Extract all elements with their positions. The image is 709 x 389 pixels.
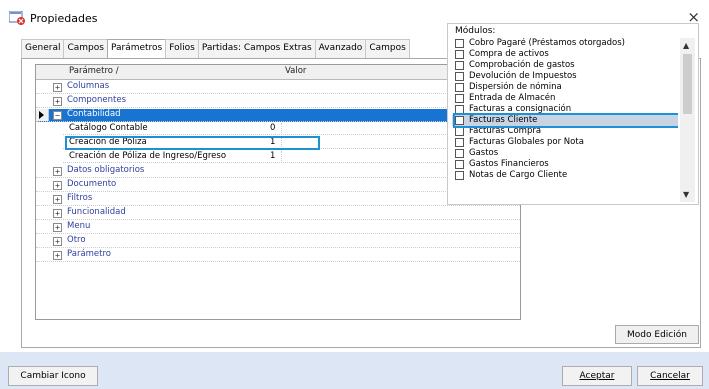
cambiar-icono-button[interactable]: Cambiar Icono: [8, 366, 98, 386]
group-label: Componentes: [67, 95, 127, 105]
column-header-valor[interactable]: Valor: [285, 66, 306, 76]
expand-icon[interactable]: +: [53, 97, 62, 106]
group-row-otro[interactable]: + Otro: [36, 235, 520, 248]
footer-bar: Cambiar Icono Aceptar Cancelar: [0, 352, 709, 389]
checkbox[interactable]: [455, 61, 464, 70]
modulos-scrollbar[interactable]: ▲ ▼: [680, 38, 695, 202]
group-label: Parámetro: [67, 249, 112, 259]
chevron-up-icon[interactable]: ▲: [683, 41, 689, 50]
modulo-item[interactable]: Dispersión de nómina: [452, 82, 678, 93]
checkbox[interactable]: [455, 72, 464, 81]
group-label: Datos obligatorios: [67, 165, 145, 175]
modulo-item[interactable]: Compra de activos: [452, 49, 678, 60]
aceptar-button[interactable]: Aceptar: [562, 366, 632, 386]
modulo-item[interactable]: Gastos: [452, 148, 678, 159]
checkbox[interactable]: [455, 149, 464, 158]
modulo-item[interactable]: Gastos Financieros: [452, 159, 678, 170]
tab-partidas-campos-extras[interactable]: Partidas: Campos Extras: [197, 39, 316, 58]
expand-icon[interactable]: +: [53, 251, 62, 260]
tab-strip: General Campos Parámetros Folios Partidas: C…: [21, 39, 410, 60]
expand-icon[interactable]: +: [53, 167, 62, 176]
group-label: Menu: [67, 221, 91, 231]
modulo-item[interactable]: Comprobación de gastos: [452, 60, 678, 71]
tab-avanzado[interactable]: Avanzado: [314, 39, 367, 58]
checkbox[interactable]: [455, 83, 464, 92]
expand-icon[interactable]: +: [53, 195, 62, 204]
checkbox[interactable]: [455, 39, 464, 48]
modulo-item[interactable]: Devolución de Impuestos: [452, 71, 678, 82]
properties-app-icon: [9, 11, 25, 25]
group-label: Contabilidad: [67, 109, 121, 119]
modulo-item[interactable]: Facturas Globales por Nota: [452, 137, 678, 148]
expand-icon[interactable]: +: [53, 223, 62, 232]
checkbox[interactable]: [455, 138, 464, 147]
checkbox[interactable]: [455, 50, 464, 59]
tab-parametros[interactable]: Parámetros: [106, 39, 167, 60]
modulos-title: Módulos:: [455, 26, 496, 36]
checkbox[interactable]: [455, 94, 464, 103]
modulos-popup: Módulos: Cobro Pagaré (Préstamos otorgad…: [447, 23, 699, 205]
group-label: Otro: [67, 235, 86, 245]
group-label: Columnas: [67, 81, 110, 91]
checkbox[interactable]: [455, 127, 464, 136]
checkbox[interactable]: [455, 171, 464, 180]
expand-icon[interactable]: +: [53, 237, 62, 246]
scroll-thumb[interactable]: [683, 54, 692, 114]
row-indicator: [36, 109, 49, 121]
param-name-cell: Catálogo Contable: [63, 123, 282, 135]
group-row-menu[interactable]: + Menu: [36, 221, 520, 234]
group-row-funcionalidad[interactable]: + Funcionalidad: [36, 207, 520, 220]
group-label: Documento: [67, 179, 117, 189]
tab-general[interactable]: General: [21, 39, 65, 58]
modulo-highlight-box: [453, 113, 678, 128]
group-row-parametro[interactable]: + Parámetro: [36, 249, 520, 262]
expand-icon[interactable]: +: [53, 83, 62, 92]
param-name-cell: Creación de Póliza de Ingreso/Egreso: [63, 151, 282, 163]
group-label: Filtros: [67, 193, 93, 203]
modulo-item[interactable]: Cobro Pagaré (Préstamos otorgados): [452, 38, 678, 49]
group-label: Funcionalidad: [67, 207, 126, 217]
collapse-icon[interactable]: −: [53, 111, 62, 120]
window-title: Propiedades: [30, 12, 98, 25]
expand-icon[interactable]: +: [53, 209, 62, 218]
row-highlight-box: [65, 136, 320, 150]
modulo-item[interactable]: Notas de Cargo Cliente: [452, 170, 678, 181]
tab-folios[interactable]: Folios: [165, 39, 199, 58]
modulos-checklist: Cobro Pagaré (Préstamos otorgados) Compr…: [452, 38, 678, 202]
tab-campos[interactable]: Campos: [63, 39, 108, 58]
modo-edicion-button[interactable]: Modo Edición: [615, 325, 699, 344]
checkbox[interactable]: [455, 160, 464, 169]
column-header-parametro[interactable]: Parámetro /: [69, 66, 119, 76]
chevron-down-icon[interactable]: ▼: [683, 190, 689, 199]
aceptar-label: Aceptar: [579, 371, 615, 381]
cancelar-button[interactable]: Cancelar: [637, 366, 703, 386]
expand-icon[interactable]: +: [53, 181, 62, 190]
cancelar-label: Cancelar: [650, 371, 690, 381]
current-row-arrow-icon: [39, 111, 44, 119]
modulo-item[interactable]: Entrada de Almacén: [452, 93, 678, 104]
tab-campos-2[interactable]: Campos: [365, 39, 410, 58]
